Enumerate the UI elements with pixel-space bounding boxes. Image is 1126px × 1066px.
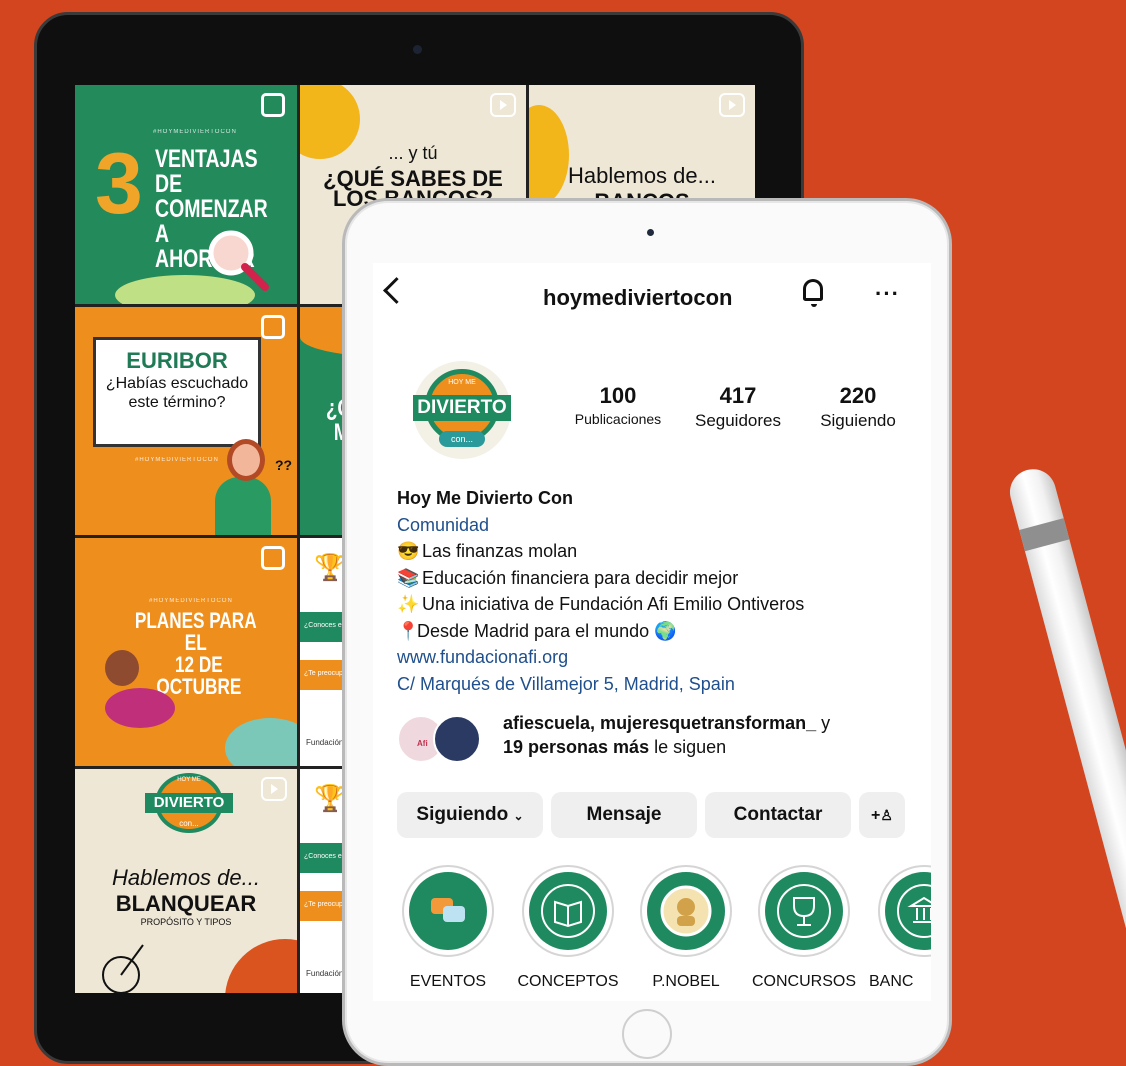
post-hashtag: #HOYMEDIVIERTOCON	[153, 129, 237, 135]
message-button[interactable]: Mensaje	[551, 792, 697, 838]
carousel-icon	[261, 546, 285, 570]
highlight-concursos[interactable]: CONCURSOS	[749, 865, 859, 991]
post-tile-blanquear[interactable]: DIVIERTO HOY ME con... Hablemos de... BL…	[75, 769, 297, 993]
carousel-icon	[261, 93, 285, 117]
highlight-bancos[interactable]: BANC	[869, 865, 931, 991]
avatar[interactable]: DIVIERTO HOY ME con...	[413, 361, 511, 459]
highlight-conceptos[interactable]: CONCEPTOS	[513, 865, 623, 991]
bio-line: 📚 Educación financiera para decidir mejo…	[397, 567, 739, 588]
add-user-button[interactable]: +♙	[859, 792, 905, 838]
following-button[interactable]: Siguiendo ⌄	[397, 792, 543, 838]
stat-seguidores[interactable]: 417 Seguidores	[683, 383, 793, 431]
stat-siguiendo[interactable]: 220 Siguiendo	[805, 383, 911, 431]
profile-header-bar: hoymediviertocon ···	[373, 263, 931, 323]
speech-bubble: EURIBOR ¿Habías escuchado este término?	[93, 337, 261, 447]
trophy-icon	[777, 884, 831, 938]
doodle-arrow	[102, 944, 144, 993]
address-link[interactable]: C/ Marqués de Villamejor 5, Madrid, Spai…	[397, 671, 917, 698]
chair-illustration	[105, 688, 175, 728]
profile-category: Comunidad	[397, 514, 490, 535]
front-camera	[647, 229, 654, 236]
add-user-icon: +	[871, 807, 881, 824]
back-arrow-icon[interactable]	[383, 277, 410, 304]
post-number: 3	[95, 136, 143, 232]
reel-icon	[490, 93, 516, 117]
brand-logo: DIVIERTO HOY ME con...	[145, 773, 233, 833]
stylus-pencil	[1004, 464, 1126, 1056]
highlight-eventos[interactable]: EVENTOS	[393, 865, 503, 991]
stat-publicaciones[interactable]: 100 Publicaciones	[565, 383, 671, 427]
book-icon	[541, 884, 595, 938]
highlight-pnobel[interactable]: P.NOBEL	[631, 865, 741, 991]
carousel-icon	[261, 315, 285, 339]
home-button[interactable]	[622, 1009, 672, 1059]
bio-line: ✨ Una iniciativa de Fundación Afi Emilio…	[397, 594, 805, 614]
chevron-down-icon: ⌄	[513, 809, 524, 823]
bell-icon[interactable]	[803, 279, 823, 307]
front-tablet: hoymediviertocon ··· DIVIERTO HOY ME con…	[342, 198, 952, 1066]
website-link[interactable]: www.fundacionafi.org	[397, 644, 917, 671]
instagram-profile-screen: hoymediviertocon ··· DIVIERTO HOY ME con…	[373, 263, 931, 1001]
reel-icon	[719, 93, 745, 117]
post-title: PLANES PARA EL 12 DE OCTUBRE	[134, 608, 257, 699]
bio-line: 📍Desde Madrid para el mundo 🌍	[397, 620, 677, 641]
medal-icon	[660, 885, 712, 937]
avatar	[433, 715, 481, 763]
more-options-icon[interactable]: ···	[875, 281, 900, 307]
profile-username: hoymediviertocon	[543, 285, 733, 310]
contact-button[interactable]: Contactar	[705, 792, 851, 838]
woman-illustration	[215, 477, 271, 535]
chat-bubbles-icon	[431, 898, 465, 922]
profile-display-name: Hoy Me Divierto Con	[397, 488, 574, 508]
reel-icon	[261, 777, 287, 801]
bank-icon	[897, 884, 931, 938]
bio-line: 😎 Las finanzas molan	[397, 541, 578, 561]
post-tile-euribor[interactable]: EURIBOR ¿Habías escuchado este término? #…	[75, 307, 297, 535]
front-camera	[413, 45, 422, 54]
profile-bio: Hoy Me Divierto Con Comunidad 😎 Las fina…	[397, 485, 917, 697]
post-tile-planes[interactable]: #HOYMEDIVIERTOCON PLANES PARA EL 12 DE OC…	[75, 538, 297, 766]
post-tile-ventajas[interactable]: #HOYMEDIVIERTOCON 3 VENTAJAS DE COMENZAR …	[75, 85, 297, 304]
